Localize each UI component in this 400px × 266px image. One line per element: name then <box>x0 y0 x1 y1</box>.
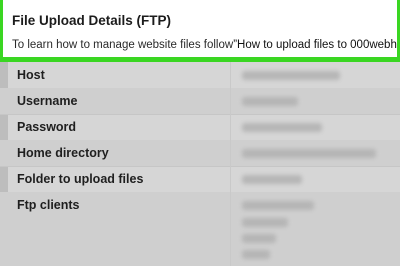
table-row-password: Password <box>0 114 400 141</box>
ftp-details-header: File Upload Details (FTP) To learn how t… <box>0 0 400 62</box>
table-row-ftp-clients: Ftp clients <box>0 192 400 266</box>
home-directory-value-redacted <box>242 149 376 158</box>
table-row-host: Host <box>0 62 400 89</box>
page-title: File Upload Details (FTP) <box>12 13 172 28</box>
column-divider <box>230 62 231 266</box>
help-text: To learn how to manage website files fol… <box>12 39 397 51</box>
change-password-link-redacted[interactable] <box>242 123 322 132</box>
ftp-client-link-redacted-4[interactable] <box>242 250 270 259</box>
ftp-client-link-redacted-3[interactable] <box>242 234 276 243</box>
row-label-username: Username <box>17 94 78 108</box>
upload-folder-value-redacted <box>242 175 302 184</box>
upload-guide-link[interactable]: ”How to upload files to 000webh <box>233 39 397 51</box>
host-value-redacted <box>242 71 340 80</box>
table-row-username: Username <box>0 88 400 115</box>
row-label-upload-folder: Folder to upload files <box>17 172 144 186</box>
row-label-host: Host <box>17 68 45 82</box>
ftp-client-link-redacted-1[interactable] <box>242 201 314 210</box>
table-row-home-directory: Home directory <box>0 140 400 167</box>
ftp-client-link-redacted-2[interactable] <box>242 218 288 227</box>
table-row-upload-folder: Folder to upload files <box>0 166 400 193</box>
row-label-password: Password <box>17 120 77 134</box>
username-value-redacted <box>242 97 298 106</box>
help-text-prefix: To learn how to manage website files fol… <box>12 39 234 51</box>
row-label-ftp-clients: Ftp clients <box>17 198 80 212</box>
row-label-home-directory: Home directory <box>17 146 109 160</box>
header-left-border <box>0 0 3 57</box>
